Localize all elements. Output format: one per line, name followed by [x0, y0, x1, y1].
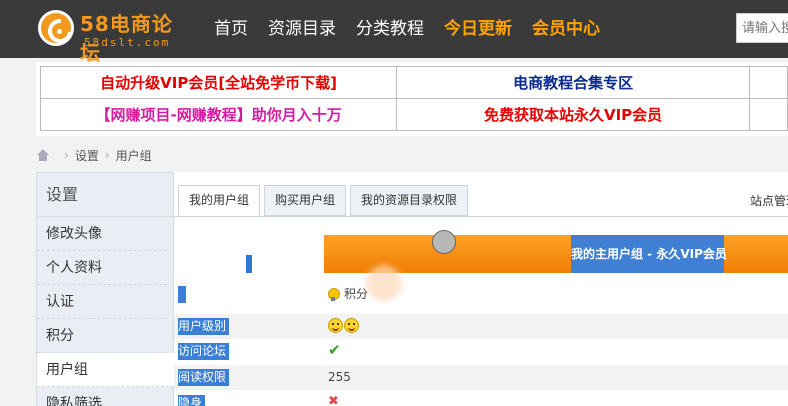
sidebar-item-credits[interactable]: 积分 — [37, 319, 167, 353]
breadcrumb-separator: › — [104, 148, 110, 162]
row-value: ✖ — [328, 395, 339, 406]
ad-cell-empty — [748, 98, 788, 131]
current-usergroup-label: 我的主用户组 - 永久VIP会员 — [571, 235, 727, 273]
breadcrumb-settings[interactable]: 设置 — [75, 147, 99, 164]
logo-icon — [38, 10, 74, 46]
table-row: 阅读权限 255 — [174, 365, 788, 390]
top-header: 58电商论坛 58dslt.com 首页 资源目录 分类教程 今日更新 会员中心 — [0, 0, 788, 65]
breadcrumb-usergroup: 用户组 — [115, 148, 152, 163]
sidebar-title: 设置 — [37, 173, 173, 217]
check-icon: ✔ — [328, 341, 341, 359]
search-input[interactable] — [736, 13, 788, 43]
row-label-read-permission: 阅读权限 — [178, 369, 230, 386]
nav-today-updates[interactable]: 今日更新 — [444, 18, 512, 40]
table-row: 用户级别 — [174, 314, 788, 339]
home-icon[interactable] — [36, 149, 50, 161]
table-row: 隐身 ✖ — [174, 391, 788, 406]
row-label-visit-forum: 访问论坛 — [178, 343, 230, 360]
ad-cell-empty — [748, 66, 788, 99]
ad-link-free-vip[interactable]: 免费获取本站永久VIP会员 — [396, 98, 750, 131]
sidebar-item-privacy[interactable]: 隐私筛选 — [37, 387, 167, 406]
sidebar-item-avatar[interactable]: 修改头像 — [37, 217, 167, 251]
breadcrumb: › 设置 › 用户组 — [36, 146, 152, 164]
row-label-invisible: 隐身 — [178, 395, 206, 406]
ad-link-vip-upgrade[interactable]: 自动升级VIP会员[全站免学币下载] — [39, 66, 398, 99]
smile-icon — [328, 318, 343, 333]
read-permission-value: 255 — [328, 370, 351, 384]
row-label — [178, 286, 186, 303]
sidebar-item-profile[interactable]: 个人资料 — [37, 251, 167, 285]
logo-subtitle: 58dslt.com — [84, 36, 171, 49]
bulb-icon — [328, 288, 340, 301]
nav-home[interactable]: 首页 — [214, 18, 248, 40]
usergroup-tabs: 我的用户组 购买用户组 我的资源目录权限 — [178, 185, 472, 217]
ad-table: 自动升级VIP会员[全站免学币下载] 电商教程合集专区 【网赚项目-网赚教程】助… — [39, 66, 788, 131]
main-nav: 首页 资源目录 分类教程 今日更新 会员中心 — [214, 18, 620, 40]
sidebar-item-usergroup[interactable]: 用户组 — [37, 353, 174, 387]
tab-my-usergroup[interactable]: 我的用户组 — [178, 185, 261, 216]
credits-label: 积分 — [344, 287, 369, 301]
row-value: 积分 — [328, 286, 368, 303]
sidebar-item-verification[interactable]: 认证 — [37, 285, 167, 319]
ad-banner: 自动升级VIP会员[全站免学币下载] 电商教程合集专区 【网赚项目-网赚教程】助… — [36, 62, 788, 136]
nav-member-center[interactable]: 会员中心 — [532, 18, 600, 40]
tab-buy-usergroup[interactable]: 购买用户组 — [264, 185, 347, 216]
ad-link-ecommerce-tutorials[interactable]: 电商教程合集专区 — [396, 66, 750, 99]
settings-sidebar: 设置 修改头像 个人资料 认证 积分 用户组 隐私筛选 — [36, 172, 174, 406]
main-panel: 我的用户组 购买用户组 我的资源目录权限 站点管理 我的主用户组 - 永久VIP… — [174, 172, 788, 406]
tab-resource-permissions[interactable]: 我的资源目录权限 — [350, 185, 469, 216]
nav-resource-catalog[interactable]: 资源目录 — [268, 18, 336, 40]
site-manager-link[interactable]: 站点管理 — [750, 192, 788, 209]
blurred-overlay — [366, 265, 402, 301]
table-row: 访问论坛 ✔ — [174, 339, 788, 364]
breadcrumb-separator: › — [64, 148, 69, 162]
nav-category-tutorials[interactable]: 分类教程 — [356, 18, 424, 40]
progress-knob[interactable] — [432, 230, 456, 254]
row-value — [328, 318, 360, 333]
row-label-user-level: 用户级别 — [178, 318, 230, 335]
site-logo[interactable]: 58电商论坛 58dslt.com — [38, 6, 188, 65]
ad-link-online-earning[interactable]: 【网赚项目-网赚教程】助你月入十万 — [39, 98, 398, 131]
table-row: 积分 — [174, 282, 788, 307]
cross-icon: ✖ — [328, 394, 339, 406]
smile-icon — [344, 318, 359, 333]
row-value: ✔ — [328, 343, 341, 358]
progress-marker — [246, 255, 252, 273]
